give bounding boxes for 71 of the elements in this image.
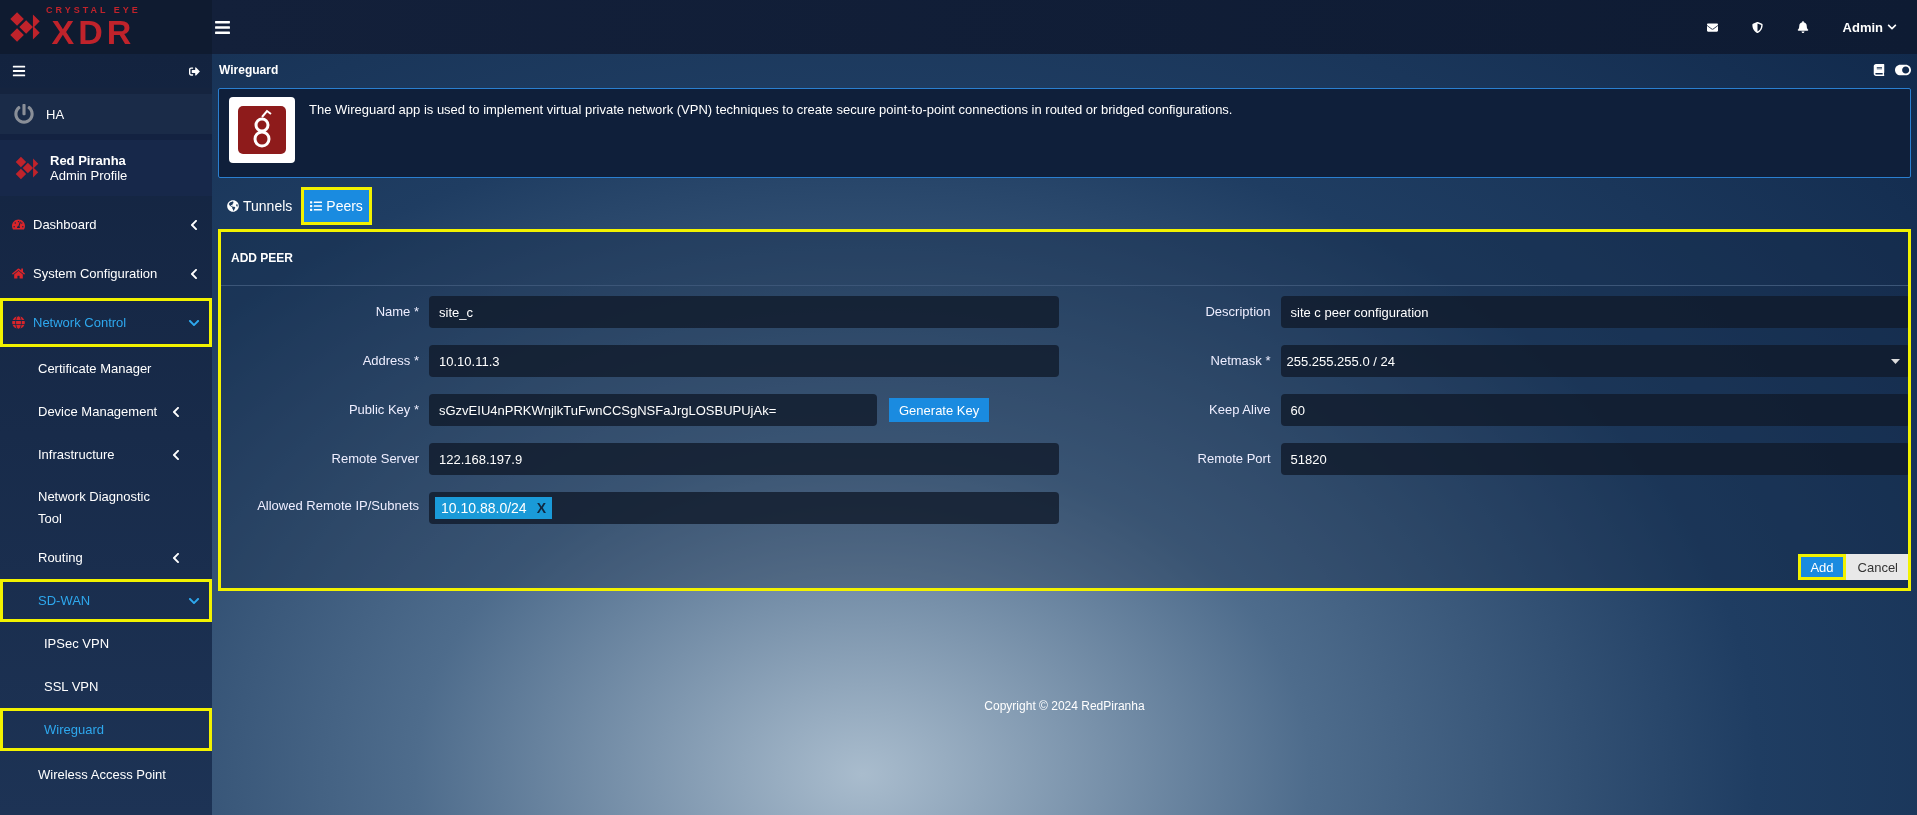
sidebar-item[interactable]: Network Control (0, 298, 212, 347)
sidebar-item[interactable]: Wireguard (0, 708, 212, 751)
sidebar-item[interactable]: SSL VPN (0, 665, 212, 708)
sidebar-item[interactable]: System Configuration (0, 249, 212, 298)
chevron-left-icon (188, 267, 200, 280)
globe-icon (227, 200, 239, 212)
mail-icon[interactable] (1706, 21, 1718, 33)
logo-icon (14, 155, 40, 181)
field-label: Remote Server (330, 450, 419, 468)
tags-field[interactable]: 10.10.88.0/24 X (429, 492, 1059, 524)
add-button[interactable]: Add (1798, 554, 1846, 580)
sidebar-item[interactable]: Dashboard (0, 200, 212, 249)
profile-name: Red Piranha (50, 153, 127, 168)
sidebar-item[interactable]: Certificate Manager (0, 347, 212, 390)
text-field[interactable]: 10.10.11.3 (429, 345, 1059, 377)
ha-label: HA (46, 106, 65, 122)
logo-icon (8, 10, 42, 44)
field-label: Name * (374, 303, 419, 321)
text-field[interactable]: 122.168.197.9 (429, 443, 1059, 475)
app-logo-icon (229, 97, 295, 163)
bell-icon[interactable] (1796, 21, 1809, 33)
sidebar-item[interactable]: Device Management (0, 390, 212, 433)
field-label: Netmask * (1209, 352, 1271, 370)
chevron-left-icon (170, 448, 182, 461)
list-icon (310, 200, 323, 212)
sign-out-icon[interactable] (189, 65, 200, 77)
select-field[interactable]: 255.255.255.0 / 24 (1280, 345, 1910, 377)
menu-button[interactable] (214, 18, 231, 36)
sidebar-item[interactable]: Network Diagnostic Tool (0, 476, 212, 536)
field-label: Keep Alive (1208, 401, 1271, 419)
text-field[interactable]: 60 (1280, 394, 1910, 426)
gauge-icon (12, 218, 25, 231)
remove-tag-button[interactable]: X (536, 500, 546, 516)
shield-icon[interactable] (1751, 21, 1763, 33)
tab[interactable]: Tunnels (218, 187, 302, 225)
logo: CRYSTAL EYE XDR (46, 5, 141, 49)
panel-title: ADD PEER (231, 250, 293, 265)
field-label: Remote Port (1196, 450, 1271, 468)
tag: 10.10.88.0/24 X (435, 497, 552, 519)
chevron-left-icon (188, 218, 200, 231)
text-field[interactable]: 51820 (1280, 443, 1910, 475)
sidebar-item[interactable]: SD-WAN (0, 579, 212, 622)
toggle-icon[interactable] (1895, 62, 1911, 78)
book-icon[interactable] (1873, 64, 1885, 76)
text-field[interactable]: site_c (429, 296, 1059, 328)
field-label: Allowed Remote IP/Subnets (256, 497, 419, 515)
text-field[interactable]: site c peer configuration (1280, 296, 1910, 328)
sidebar-item[interactable]: Wireless Access Point (0, 751, 212, 794)
chevron-left-icon (170, 405, 182, 418)
field-label: Description (1204, 303, 1271, 321)
generate-key-button[interactable]: Generate Key (889, 398, 990, 422)
sidebar-item[interactable]: Infrastructure (0, 433, 212, 476)
tab[interactable]: Peers (301, 187, 372, 225)
house-icon (12, 267, 25, 280)
chevron-down-icon (1887, 22, 1897, 32)
chevron-left-icon (170, 551, 182, 564)
dropdown-caret-icon (1891, 358, 1900, 364)
page-title: Wireguard (219, 63, 279, 77)
globe-icon (12, 316, 25, 329)
profile-role: Admin Profile (50, 168, 128, 183)
sidebar-item[interactable]: IPSec VPN (0, 622, 212, 665)
menu-button[interactable] (12, 64, 26, 78)
copyright-text: Copyright © 2024 RedPiranha (984, 699, 1145, 715)
field-label: Public Key * (347, 401, 419, 419)
cancel-button[interactable]: Cancel (1845, 554, 1910, 580)
power-icon (14, 104, 34, 124)
text-field[interactable]: sGzvEIU4nPRKWnjlkTuFwnCCSgNSFaJrgLOSBUPUjAk= (429, 394, 877, 426)
field-label: Address * (361, 352, 419, 370)
sidebar-item[interactable]: Routing (0, 536, 212, 579)
user-menu[interactable]: Admin (1842, 19, 1897, 35)
description-text: The Wireguard app is used to implement virtual private network (VPN) techniques to create secure point-to-point connections in routed or bridged configurations. (309, 101, 1233, 117)
